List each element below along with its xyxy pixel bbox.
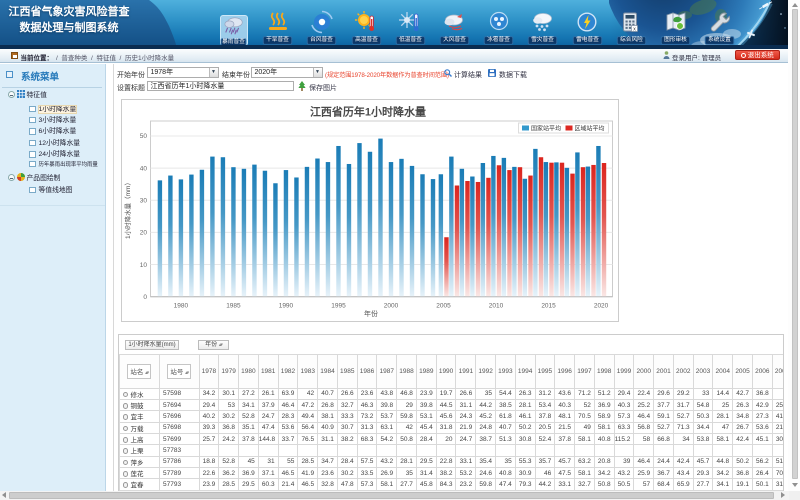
svg-text:30: 30 (139, 197, 147, 204)
svg-text:2010: 2010 (488, 303, 503, 310)
svg-text:0: 0 (143, 294, 147, 301)
svg-text:2000: 2000 (383, 303, 398, 310)
svg-text:1980: 1980 (173, 303, 188, 310)
svg-text:1985: 1985 (226, 303, 241, 310)
svg-text:2005: 2005 (436, 303, 451, 310)
svg-text:1小时降水量（mm）: 1小时降水量（mm） (123, 179, 132, 239)
svg-text:年份: 年份 (364, 309, 378, 318)
svg-text:1990: 1990 (278, 303, 293, 310)
svg-text:10: 10 (139, 262, 147, 269)
svg-text:1995: 1995 (331, 303, 346, 310)
svg-text:江西省历年1小时降水量: 江西省历年1小时降水量 (309, 105, 425, 119)
svg-text:国家站平均: 国家站平均 (531, 125, 561, 133)
svg-text:50: 50 (139, 133, 147, 140)
svg-text:区域站平均: 区域站平均 (574, 125, 604, 133)
svg-text:2020: 2020 (593, 303, 608, 310)
svg-text:2015: 2015 (541, 303, 556, 310)
svg-text:40: 40 (139, 165, 147, 172)
svg-text:20: 20 (139, 230, 147, 237)
